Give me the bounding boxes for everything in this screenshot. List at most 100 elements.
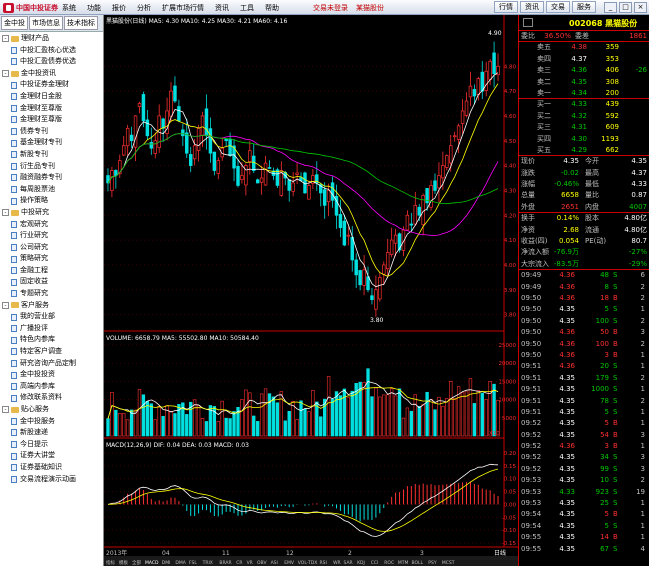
- tick-row[interactable]: 09:52 4.35 5 B 1: [519, 418, 649, 429]
- menu-tools[interactable]: 工具: [240, 3, 254, 13]
- indicator-tab[interactable]: BRAR: [219, 560, 231, 566]
- indicator-tab[interactable]: EMV: [284, 560, 295, 566]
- current-stock-link[interactable]: 某猫股份: [356, 3, 384, 13]
- tree-item[interactable]: 固定收益: [0, 276, 103, 288]
- indicator-tab[interactable]: TRIX: [202, 560, 213, 566]
- indicator-tab[interactable]: ASI: [271, 560, 278, 566]
- indicator-tab[interactable]: 模板: [119, 559, 128, 566]
- stat-row[interactable]: 换手 0.14% 股本 4.80亿: [519, 213, 649, 224]
- tree-item[interactable]: 债券专刊: [0, 126, 103, 138]
- tick-row[interactable]: 09:50 4.35 5 S 1: [519, 304, 649, 315]
- tree-item[interactable]: 我的营业部: [0, 311, 103, 323]
- tab-market-info[interactable]: 市场信息: [29, 16, 63, 30]
- tree-group[interactable]: - 贴心服务: [0, 404, 103, 416]
- order-ratio-row[interactable]: 委比 36.50% 委差 1861: [519, 31, 649, 43]
- stat-row[interactable]: 净资 2.68 流通 4.80亿: [519, 225, 649, 236]
- indicator-tab[interactable]: CCI: [371, 560, 379, 566]
- indicator-tab[interactable]: BOLL: [412, 560, 424, 566]
- tree-item[interactable]: 金理财日金股: [0, 91, 103, 103]
- tick-row[interactable]: 09:51 4.35 5 S 1: [519, 407, 649, 418]
- tree-item[interactable]: 修改联系资料: [0, 392, 103, 404]
- indicator-tab[interactable]: MCST: [442, 560, 455, 566]
- stat-row[interactable]: 大宗流入 -83.5万 -29%: [519, 259, 649, 271]
- indicator-tab[interactable]: DMI: [162, 560, 171, 566]
- tree-group[interactable]: - 理财产品: [0, 33, 103, 45]
- ask-row[interactable]: 卖一 4.34 200: [519, 88, 649, 100]
- tick-row[interactable]: 09:50 4.35 100 S 2: [519, 316, 649, 327]
- news-button[interactable]: 资讯: [520, 1, 544, 13]
- tree-group[interactable]: - 中投研究: [0, 207, 103, 219]
- tab-indicators[interactable]: 技术指标: [64, 16, 98, 30]
- tick-row[interactable]: 09:52 4.35 54 B 3: [519, 430, 649, 441]
- collapse-icon[interactable]: -: [2, 35, 9, 43]
- tree-item[interactable]: 研究咨询产品定制: [0, 358, 103, 370]
- ask-row[interactable]: 卖二 4.35 308: [519, 77, 649, 88]
- panel-toggle-icon[interactable]: [523, 18, 533, 27]
- service-button[interactable]: 服务: [572, 1, 596, 13]
- trade-button[interactable]: 交易: [546, 1, 570, 13]
- menu-extended-market[interactable]: 扩展市场行情: [162, 3, 204, 13]
- indicator-tab[interactable]: VOL-TDX: [298, 560, 317, 566]
- tree-item[interactable]: 特色内参库: [0, 334, 103, 346]
- tree-item[interactable]: 中投汇盈核心优选: [0, 45, 103, 57]
- indicator-tab[interactable]: MTM: [398, 560, 409, 566]
- indicator-tab[interactable]: CR: [236, 560, 242, 566]
- tree-item[interactable]: 金融工程: [0, 265, 103, 277]
- tree-group[interactable]: - 客户服务: [0, 300, 103, 312]
- tick-row[interactable]: 09:51 4.35 78 S 2: [519, 396, 649, 407]
- tick-row[interactable]: 09:55 4.35 67 S 4: [519, 544, 649, 555]
- indicator-tab[interactable]: WR: [333, 560, 341, 566]
- bid-row[interactable]: 买四 4.30 1193: [519, 134, 649, 145]
- indicator-tab[interactable]: VR: [247, 560, 253, 566]
- tree-item[interactable]: 高端内参库: [0, 381, 103, 393]
- tree-item[interactable]: 融资融券专刊: [0, 172, 103, 184]
- tick-row[interactable]: 09:53 4.33 923 S 19: [519, 487, 649, 498]
- stat-row[interactable]: 外盘 2651 内盘 4007: [519, 202, 649, 214]
- tree-item[interactable]: 基金理财专刊: [0, 137, 103, 149]
- tick-row[interactable]: 09:51 4.36 20 S 1: [519, 361, 649, 372]
- kline-chart-panel[interactable]: 黑猫股份(日线) MA5: 4.30 MA10: 4.25 MA30: 4.21…: [104, 15, 518, 566]
- tick-row[interactable]: 09:53 4.35 10 S 2: [519, 475, 649, 486]
- indicator-tab[interactable]: MACD: [145, 560, 159, 566]
- tree-item[interactable]: 策略研究: [0, 253, 103, 265]
- collapse-icon[interactable]: -: [2, 70, 9, 78]
- indicator-tab[interactable]: 全部: [132, 559, 141, 566]
- ask-row[interactable]: 卖三 4.36 406 -26: [519, 65, 649, 76]
- bid-row[interactable]: 买一 4.33 439: [519, 99, 649, 110]
- tree-item[interactable]: 公司研究: [0, 242, 103, 254]
- indicator-tab[interactable]: ROC: [384, 560, 394, 566]
- ask-row[interactable]: 卖四 4.37 353: [519, 54, 649, 65]
- tick-row[interactable]: 09:52 4.36 3 B 1: [519, 441, 649, 452]
- menu-help[interactable]: 帮助: [265, 3, 279, 13]
- stat-row[interactable]: 收益(四) 0.054 PE(动) 80.7: [519, 236, 649, 247]
- tick-row[interactable]: 09:51 4.35 179 S 2: [519, 373, 649, 384]
- collapse-icon[interactable]: -: [2, 301, 9, 309]
- tree-item[interactable]: 金理财至尊版: [0, 103, 103, 115]
- tree-item[interactable]: 证券基础知识: [0, 462, 103, 474]
- tick-row[interactable]: 09:54 4.35 5 S 1: [519, 521, 649, 532]
- tree-item[interactable]: 金理财至尊版: [0, 114, 103, 126]
- indicator-tab[interactable]: OBV: [257, 560, 267, 566]
- stat-row[interactable]: 涨幅 -0.46% 最低 4.33: [519, 179, 649, 190]
- menu-news[interactable]: 资讯: [215, 3, 229, 13]
- tick-row[interactable]: 09:50 4.36 50 B 3: [519, 327, 649, 338]
- indicator-tab[interactable]: DMA: [175, 560, 186, 566]
- tree-item[interactable]: 行业研究: [0, 230, 103, 242]
- tree-item[interactable]: 今日提示: [0, 439, 103, 451]
- chart-canvas[interactable]: 黑猫股份(日线) MA5: 4.30 MA10: 4.25 MA30: 4.21…: [104, 15, 518, 566]
- tree-item[interactable]: 专题研究: [0, 288, 103, 300]
- close-icon[interactable]: ×: [634, 2, 647, 13]
- maximize-icon[interactable]: □: [619, 2, 632, 13]
- bid-row[interactable]: 买二 4.32 592: [519, 111, 649, 122]
- tree-item[interactable]: 金中投投资: [0, 369, 103, 381]
- indicator-tab[interactable]: PSY: [428, 560, 437, 566]
- tick-row[interactable]: 09:52 4.35 34 S 3: [519, 452, 649, 463]
- tick-row[interactable]: 09:52 4.35 99 S 3: [519, 464, 649, 475]
- indicator-tab[interactable]: KDJ: [357, 560, 365, 566]
- tree-item[interactable]: 操作策略: [0, 195, 103, 207]
- tick-row[interactable]: 09:49 4.36 8 S 2: [519, 282, 649, 293]
- stat-row[interactable]: 涨跌 -0.02 最高 4.37: [519, 168, 649, 179]
- tree-item[interactable]: 特定客户调查: [0, 346, 103, 358]
- tick-row[interactable]: 09:49 4.36 48 S 6: [519, 270, 649, 281]
- tree-group[interactable]: - 金中投资讯: [0, 68, 103, 80]
